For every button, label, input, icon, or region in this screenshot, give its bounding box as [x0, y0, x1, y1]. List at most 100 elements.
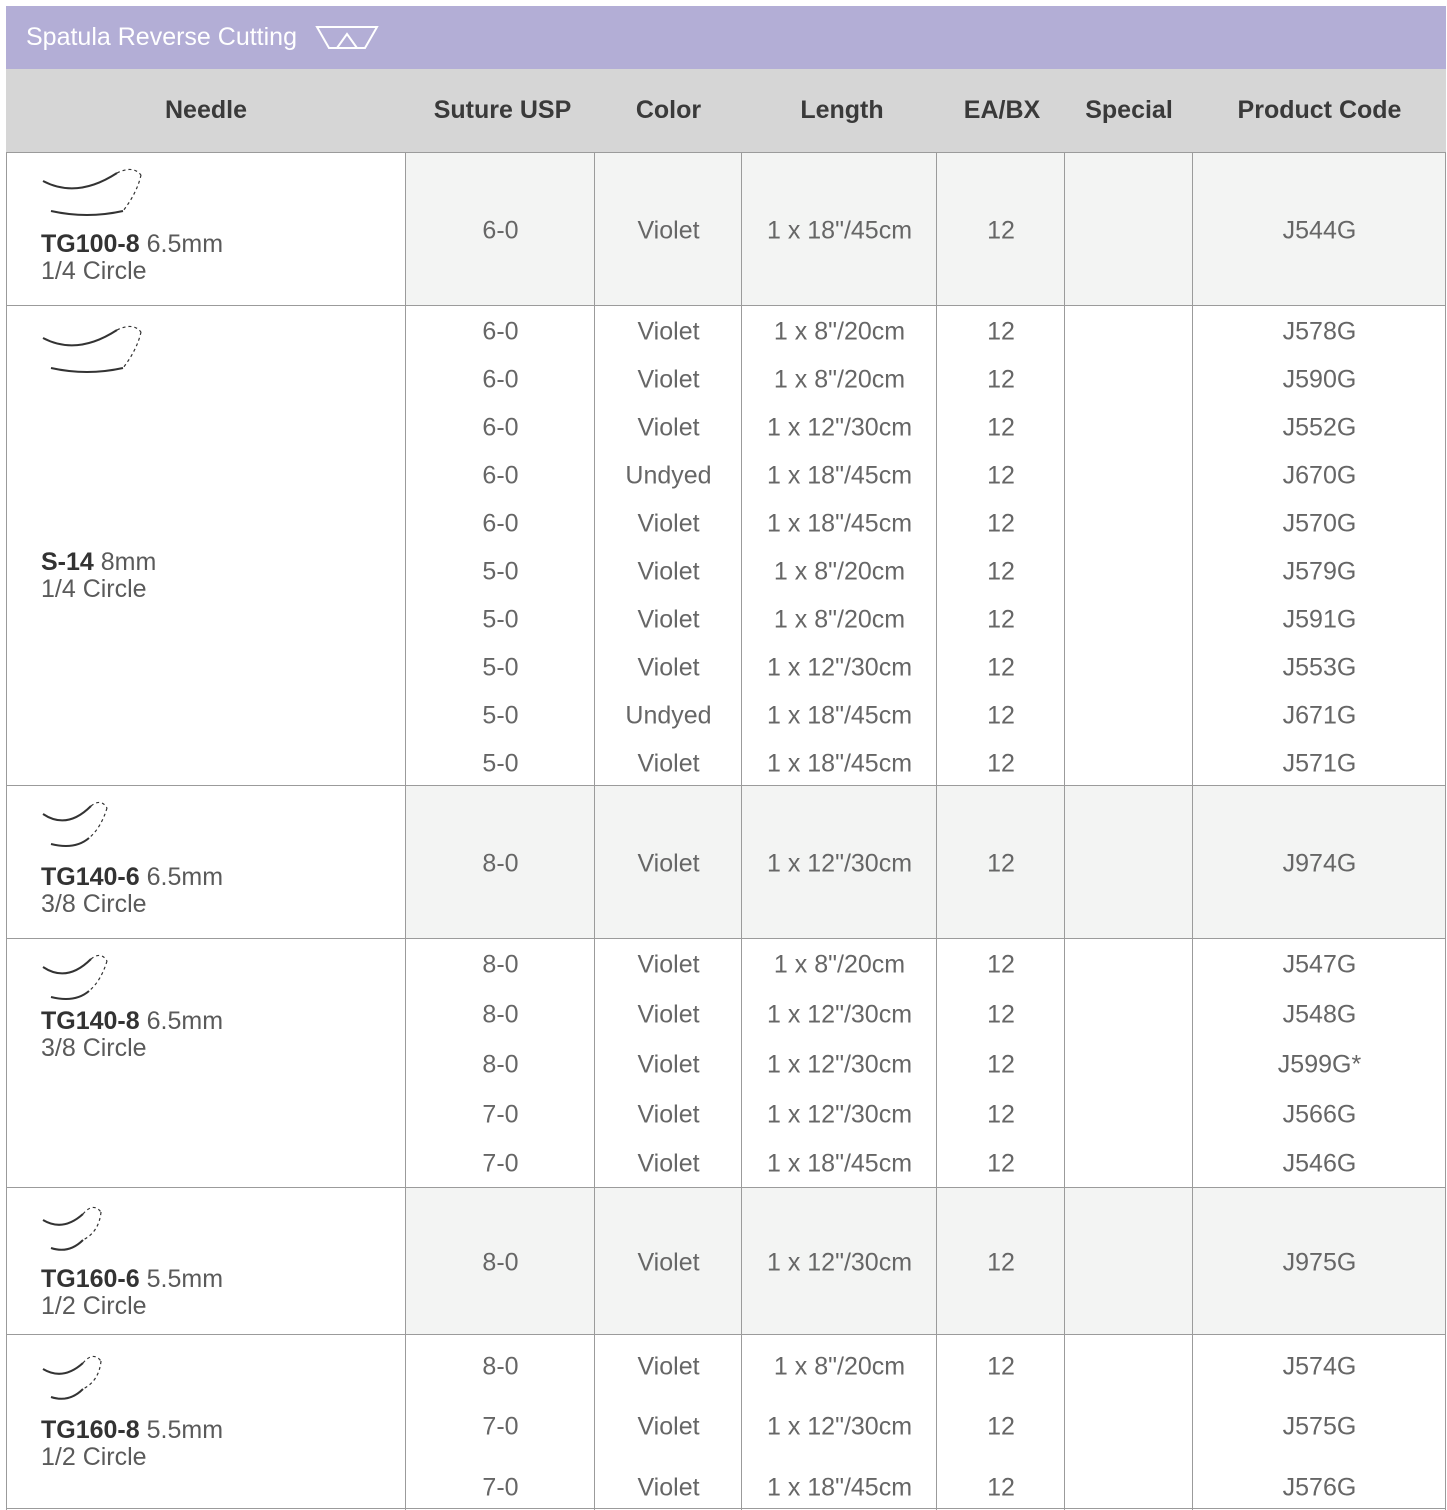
length-cell: 1 x 18"/45cm: [766, 1473, 913, 1502]
needle-code: TG160-8: [41, 1416, 140, 1444]
color-cell: Undyed: [625, 461, 712, 490]
length-cell: 1 x 12"/30cm: [766, 849, 913, 878]
column-header-needle: Needle: [165, 96, 247, 124]
needle-cell: TG160-8 5.5mm 1/2 Circle: [6, 1335, 406, 1510]
needle-curvature: 1/4 Circle: [41, 257, 147, 285]
ea-bx-cell: 12: [987, 1473, 1015, 1502]
suture-usp-cell: 7-0: [482, 1412, 519, 1441]
length-cell: 1 x 18"/45cm: [766, 216, 913, 245]
ea-bx-cell: 12: [987, 413, 1015, 442]
ea-bx-cell: 12: [987, 950, 1015, 979]
suture-usp-cell: 8-0: [482, 1248, 519, 1277]
color-cell: Violet: [637, 365, 700, 394]
product-code-cell: J578G: [1282, 317, 1357, 346]
column-header-suture-usp: Suture USP: [433, 96, 572, 124]
product-code-cell: J590G: [1282, 365, 1357, 394]
special-column: [1065, 306, 1193, 785]
length-cell: 1 x 12"/30cm: [766, 413, 913, 442]
color-cell: Violet: [637, 216, 700, 245]
ea-bx-cell: 12: [987, 509, 1015, 538]
length-cell: 1 x 18"/45cm: [766, 701, 913, 730]
length-cell: 1 x 12"/30cm: [766, 1050, 913, 1079]
product-code-cell: J566G: [1282, 1100, 1357, 1129]
length-cell: 1 x 12"/30cm: [766, 1000, 913, 1029]
needle-cell: TG160-6 5.5mm 1/2 Circle: [6, 1188, 406, 1334]
needle-curvature: 3/8 Circle: [41, 1034, 147, 1062]
product-code-cell: J974G: [1282, 849, 1357, 878]
product-code-cell: J553G: [1282, 653, 1357, 682]
needle-code: TG140-8: [41, 1007, 140, 1035]
ea-bx-cell: 12: [987, 317, 1015, 346]
needle-group: TG140-6 6.5mm 3/8 Circle 8-0 Violet 1 x 12"/…: [6, 785, 1446, 938]
product-code-cell: J552G: [1282, 413, 1357, 442]
length-cell: 1 x 8"/20cm: [773, 365, 906, 394]
column-header-length: Length: [800, 96, 884, 124]
color-cell: Violet: [637, 1000, 700, 1029]
ea-bx-cell: 12: [987, 365, 1015, 394]
needle-group: S-14 8mm 1/4 Circle 6-0 Violet 1 x 8"/20cm 12…: [6, 305, 1446, 785]
suture-usp-cell: 5-0: [482, 605, 519, 634]
color-cell: Violet: [637, 509, 700, 538]
color-cell: Violet: [637, 1412, 700, 1441]
product-code-cell: J591G: [1282, 605, 1357, 634]
suture-usp-cell: 8-0: [482, 1352, 519, 1381]
length-cell: 1 x 18"/45cm: [766, 749, 913, 778]
color-cell: Violet: [637, 317, 700, 346]
needle-name: TG140-8 6.5mm: [41, 1008, 223, 1035]
needle-cell: TG140-8 6.5mm 3/8 Circle: [6, 939, 406, 1187]
suture-usp-cell: 8-0: [482, 849, 519, 878]
needle-size: 6.5mm: [139, 1007, 224, 1035]
half-circle-needle-icon: [37, 1351, 117, 1416]
product-code-cell: J547G: [1282, 950, 1357, 979]
ea-bx-cell: 12: [987, 1000, 1015, 1029]
needle-name: TG160-6 5.5mm: [41, 1266, 223, 1293]
needle-group: TG100-8 6.5mm 1/4 Circle 6-0 Violet 1 x 18"/…: [6, 152, 1446, 305]
needle-group: TG160-8 5.5mm 1/2 Circle 8-0 Violet 1 x 8"/2…: [6, 1334, 1446, 1510]
ea-bx-cell: 12: [987, 1050, 1015, 1079]
needle-curvature: 3/8 Circle: [41, 890, 147, 918]
product-code-cell: J671G: [1282, 701, 1357, 730]
length-cell: 1 x 8"/20cm: [773, 950, 906, 979]
ea-bx-cell: 12: [987, 749, 1015, 778]
ea-bx-cell: 12: [987, 1412, 1015, 1441]
needle-cell: S-14 8mm 1/4 Circle: [6, 306, 406, 785]
product-code-cell: J599G*: [1277, 1050, 1362, 1079]
length-cell: 1 x 8"/20cm: [773, 317, 906, 346]
needle-name: S-14 8mm: [41, 549, 156, 576]
table-header: Needle Suture USP Color Length EA/BX Spe…: [6, 69, 1446, 152]
special-column: [1065, 939, 1193, 1187]
ea-bx-cell: 12: [987, 557, 1015, 586]
color-cell: Violet: [637, 950, 700, 979]
color-cell: Violet: [637, 1050, 700, 1079]
ea-bx-cell: 12: [987, 1248, 1015, 1277]
suture-usp-cell: 6-0: [482, 365, 519, 394]
product-code-cell: J576G: [1282, 1473, 1357, 1502]
needle-size: 8mm: [93, 548, 157, 576]
product-code-cell: J570G: [1282, 509, 1357, 538]
special-column: [1065, 153, 1193, 305]
needle-curvature: 1/2 Circle: [41, 1443, 147, 1471]
product-code-cell: J579G: [1282, 557, 1357, 586]
quarter-circle-needle-icon: [37, 167, 157, 232]
column-header-product-code: Product Code: [1237, 96, 1402, 124]
length-cell: 1 x 8"/20cm: [773, 605, 906, 634]
needle-name: TG140-6 6.5mm: [41, 864, 223, 891]
ea-bx-cell: 12: [987, 461, 1015, 490]
needle-curvature: 1/2 Circle: [41, 1292, 147, 1320]
needle-curvature: 1/4 Circle: [41, 575, 147, 603]
ea-bx-cell: 12: [987, 653, 1015, 682]
color-cell: Violet: [637, 413, 700, 442]
color-cell: Undyed: [625, 701, 712, 730]
suture-usp-cell: 7-0: [482, 1473, 519, 1502]
color-cell: Violet: [637, 1149, 700, 1178]
needle-name: TG100-8 6.5mm: [41, 231, 223, 258]
product-code-cell: J548G: [1282, 1000, 1357, 1029]
special-column: [1065, 1335, 1193, 1510]
section-banner: Spatula Reverse Cutting: [6, 6, 1446, 69]
needle-code: TG140-6: [41, 863, 140, 891]
length-cell: 1 x 18"/45cm: [766, 1149, 913, 1178]
suture-usp-cell: 5-0: [482, 701, 519, 730]
needle-code: TG160-6: [41, 1265, 140, 1293]
suture-usp-cell: 7-0: [482, 1100, 519, 1129]
ea-bx-cell: 12: [987, 1100, 1015, 1129]
